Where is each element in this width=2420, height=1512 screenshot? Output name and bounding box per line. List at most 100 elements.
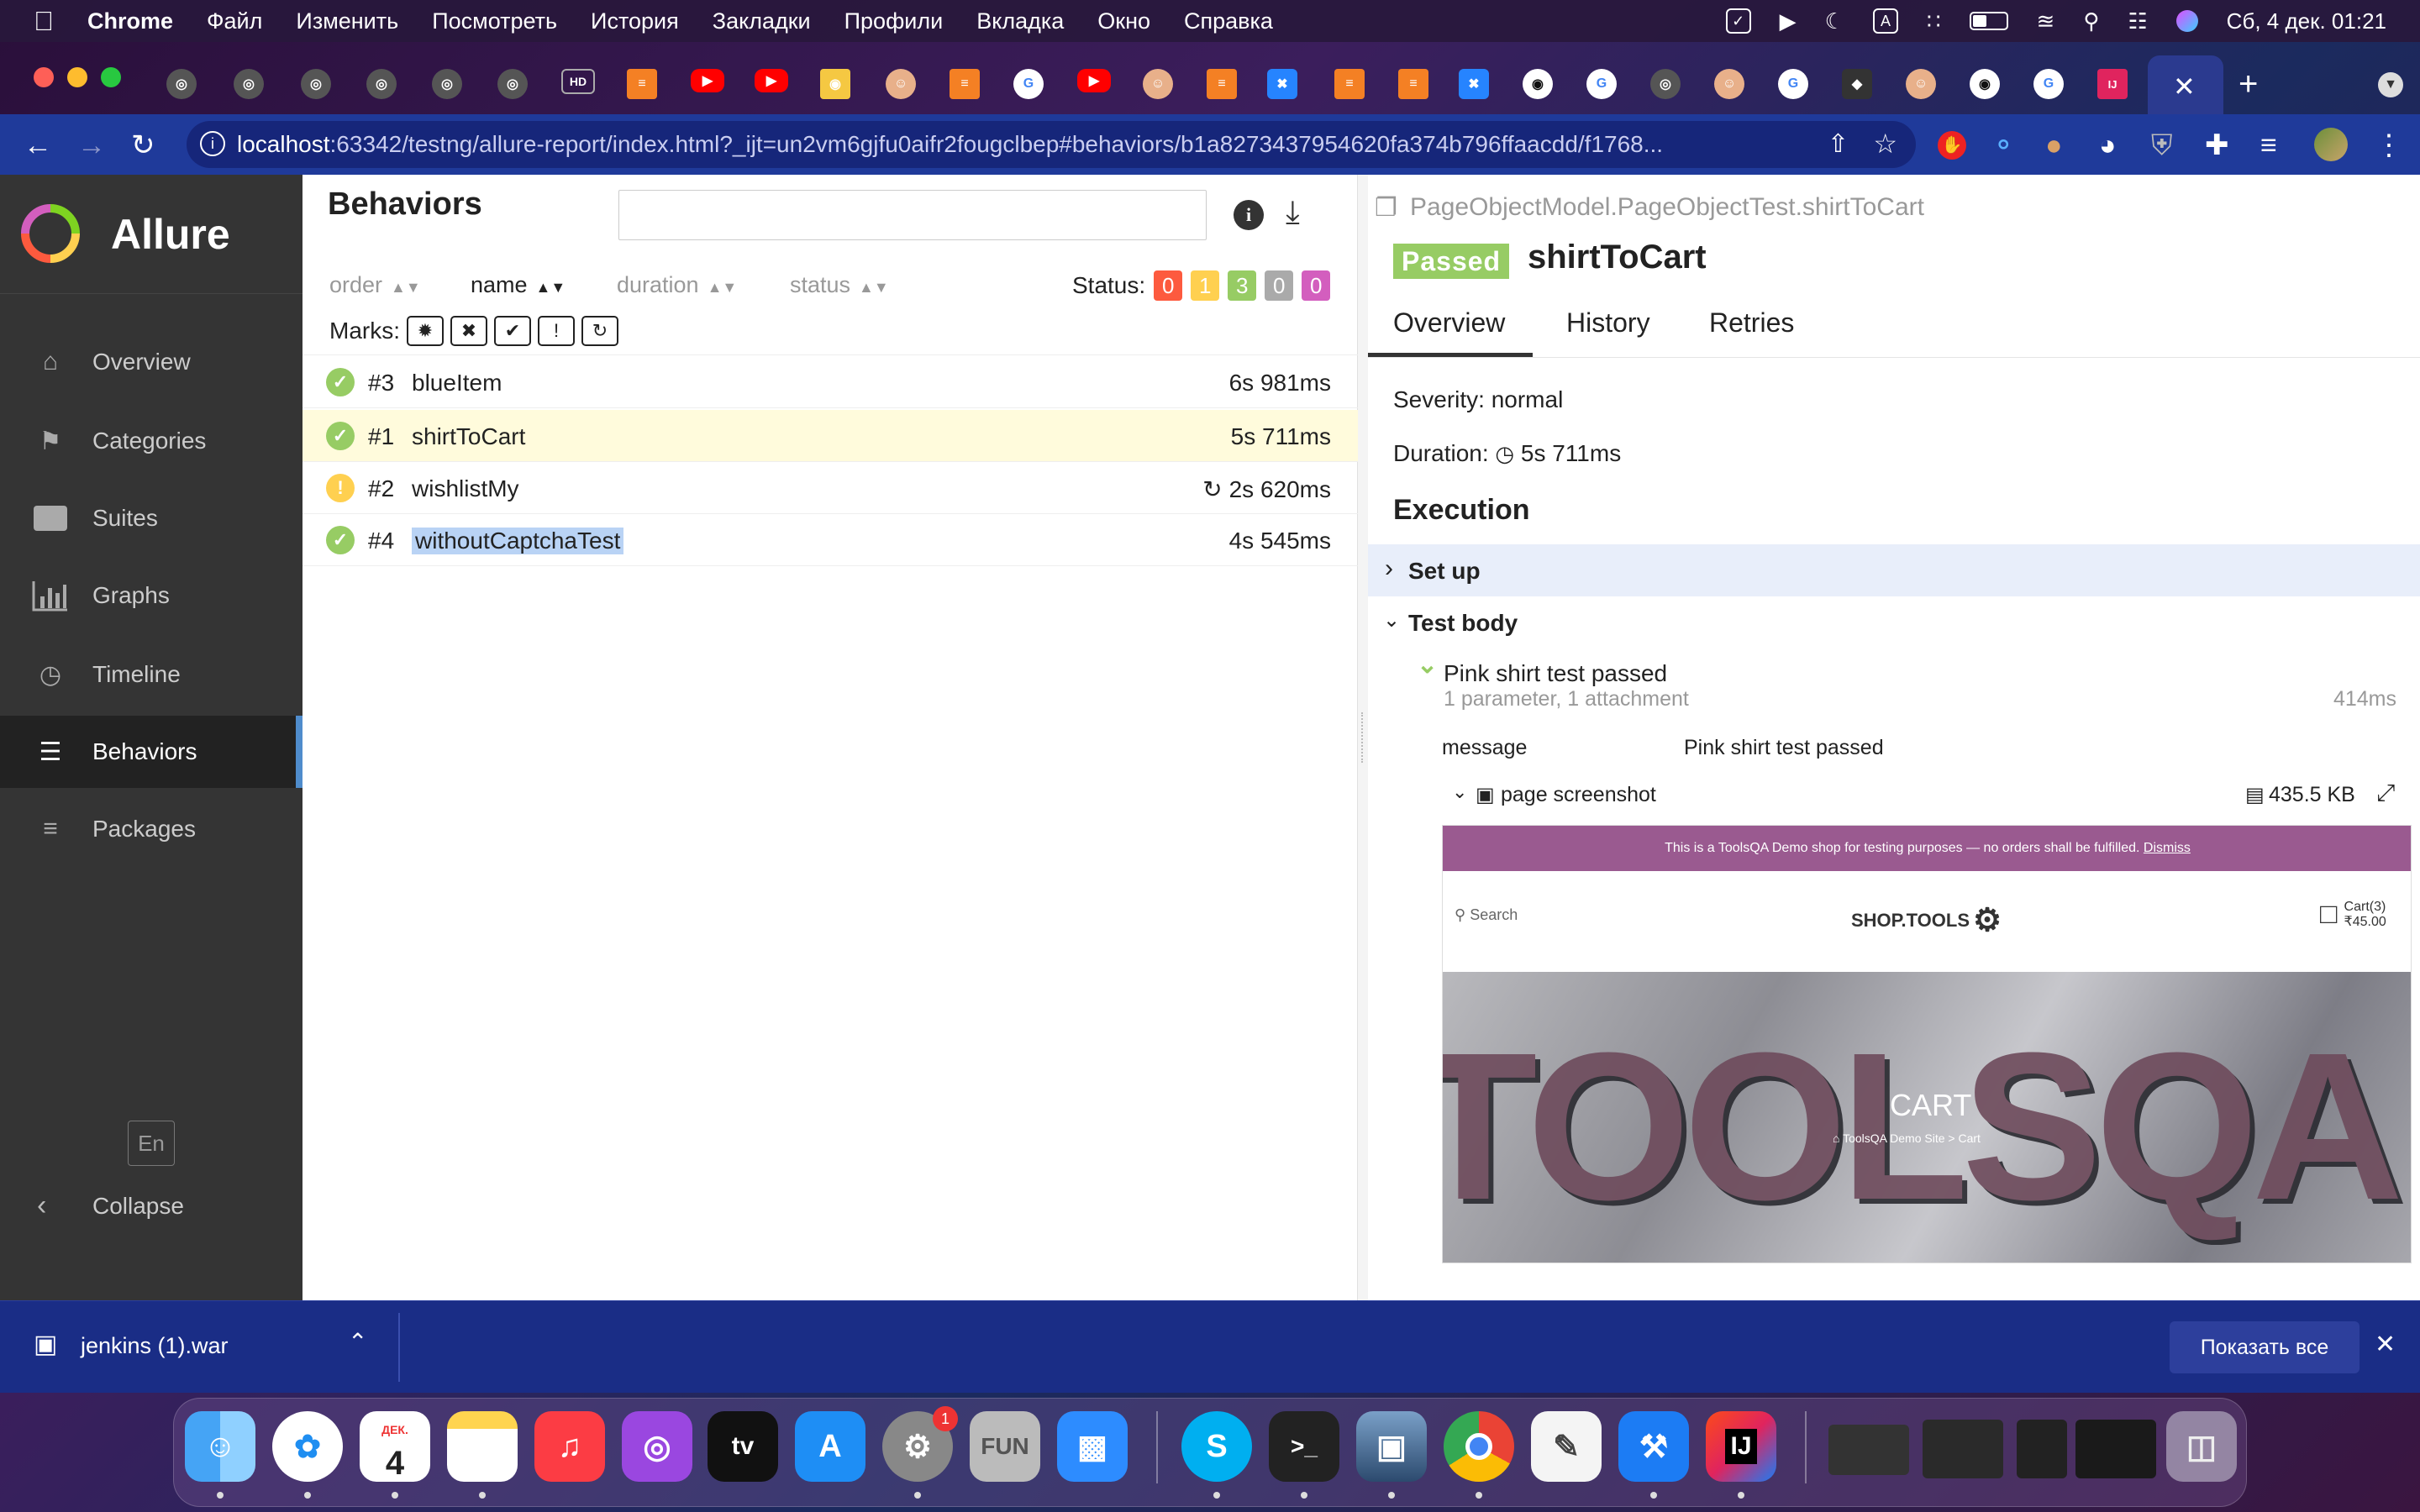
site-info-icon[interactable]: i <box>200 131 225 156</box>
flaky-bomb-icon[interactable]: ✹ <box>407 316 444 346</box>
tab-favicon-globe-icon[interactable]: ◎ <box>432 69 462 99</box>
sidebar-item-graphs[interactable]: Graphs <box>0 559 302 632</box>
tab-favicon-stackoverflow-icon[interactable]: ≡ <box>1207 69 1237 99</box>
attachment-row[interactable]: ⌄ ▣ page screenshot ▤ 435.5 KB ⤢ <box>1442 771 2408 818</box>
menu-view[interactable]: Посмотреть <box>432 8 557 34</box>
sidebar-item-timeline[interactable]: ◷ Timeline <box>0 638 302 711</box>
dock-intellij-icon[interactable]: IJ <box>1706 1411 1776 1482</box>
zoom-window-icon[interactable] <box>101 67 121 87</box>
new-broken-icon[interactable]: ! <box>538 316 575 346</box>
menu-tab[interactable]: Вкладка <box>976 8 1064 34</box>
menu-file[interactable]: Файл <box>207 8 262 34</box>
menu-app-name[interactable]: Chrome <box>87 8 173 34</box>
tab-close-icon[interactable]: ✕ <box>2173 71 2196 102</box>
status-skipped-badge[interactable]: 0 <box>1265 270 1294 301</box>
share-icon[interactable]: ⇧ <box>1828 129 1849 159</box>
tab-favicon-dark-icon[interactable]: ◆ <box>1842 69 1872 99</box>
close-downloads-icon[interactable]: ✕ <box>2375 1330 2396 1359</box>
table-row[interactable]: ! #2 wishlistMy ↻ 2s 620ms <box>302 462 1358 514</box>
dock-minimized-window[interactable] <box>2017 1420 2067 1478</box>
step-row[interactable]: ⌄ Pink shirt test passed 1 parameter, 1 … <box>1417 651 2408 716</box>
dock-trash-icon[interactable]: ◫ <box>2166 1411 2237 1482</box>
dismiss-link[interactable]: Dismiss <box>2144 841 2191 855</box>
dock-minimized-window[interactable] <box>2075 1420 2156 1478</box>
dock-safari-icon[interactable]: ✿ <box>272 1411 343 1482</box>
sort-order[interactable]: order ▲▼ <box>329 272 421 298</box>
bookmark-star-icon[interactable]: ☆ <box>1873 128 1897 160</box>
setup-section[interactable]: › Set up <box>1368 544 2420 596</box>
sidebar-item-behaviors[interactable]: ☰ Behaviors <box>0 716 302 788</box>
retries-icon[interactable]: ↻ <box>581 316 618 346</box>
checkbox-status-icon[interactable]: ✓ <box>1725 8 1751 34</box>
new-passed-icon[interactable]: ✔ <box>494 316 531 346</box>
dock-textedit-icon[interactable]: ✎ <box>1531 1411 1602 1482</box>
dock-terminal-icon[interactable]: >_ <box>1269 1411 1339 1482</box>
tab-favicon-globe-icon[interactable]: ◎ <box>366 69 397 99</box>
bluetooth-icon[interactable]: ∷ <box>1927 8 1941 34</box>
control-center-icon[interactable]: ☷ <box>2128 8 2147 34</box>
tab-favicon-jenkins-icon[interactable]: ☺ <box>886 69 916 99</box>
tab-favicon-globe-icon[interactable]: ◎ <box>301 69 331 99</box>
tab-favicon-stackoverflow-icon[interactable]: ≡ <box>627 69 657 99</box>
sidebar-item-packages[interactable]: ≡ Packages <box>0 793 302 865</box>
collapse-button[interactable]: ‹ Collapse <box>0 1171 302 1243</box>
save-disk-icon[interactable]: ▤ <box>2245 783 2265 807</box>
tab-favicon-globe-icon[interactable]: ◎ <box>1650 69 1681 99</box>
tab-favicon-globe-icon[interactable]: ◎ <box>166 69 197 99</box>
reading-list-icon[interactable]: ≡ <box>2260 131 2277 160</box>
dock-finder-icon[interactable]: ☺ <box>185 1411 255 1482</box>
menu-clock[interactable]: Сб, 4 дек. 01:21 <box>2227 8 2386 34</box>
tab-favicon-google-icon[interactable]: G <box>2033 69 2064 99</box>
tab-favicon-google-icon[interactable]: G <box>1586 69 1617 99</box>
profile-avatar[interactable] <box>2314 128 2348 161</box>
moon-icon[interactable]: ☾ <box>1825 8 1844 34</box>
battery-icon[interactable] <box>1969 12 2008 30</box>
browser-menu-icon[interactable]: ⋮ <box>2375 131 2403 160</box>
tab-favicon-globe-icon[interactable]: ◎ <box>234 69 264 99</box>
tab-favicon-github-icon[interactable]: ◉ <box>1970 69 2000 99</box>
tab-favicon-jenkins-icon[interactable]: ☺ <box>1906 69 1936 99</box>
attachment-screenshot[interactable]: This is a ToolsQA Demo shop for testing … <box>1442 825 2412 1263</box>
tab-favicon-github-icon[interactable]: ◉ <box>1523 69 1553 99</box>
minimize-window-icon[interactable] <box>67 67 87 87</box>
tab-favicon-google-icon[interactable]: G <box>1013 69 1044 99</box>
tab-favicon-yellow-icon[interactable]: ◉ <box>820 69 850 99</box>
dock-preview-icon[interactable]: ▣ <box>1356 1411 1427 1482</box>
tab-favicon-youtube-icon[interactable]: ▶ <box>691 69 724 92</box>
download-icon[interactable]: ⤓ <box>1286 195 1300 231</box>
dock-music-icon[interactable]: ♫ <box>534 1411 605 1482</box>
tab-favicon-youtube-icon[interactable]: ▶ <box>755 69 788 92</box>
pane-splitter[interactable] <box>1358 175 1368 1300</box>
tab-favicon-confluence-icon[interactable]: ✖ <box>1267 69 1297 99</box>
sidebar-item-categories[interactable]: ⚑ Categories <box>0 405 302 477</box>
shop-search[interactable]: ⚲ Search <box>1455 906 1518 924</box>
tab-favicon-jenkins-icon[interactable]: ☺ <box>1714 69 1744 99</box>
status-unknown-badge[interactable]: 0 <box>1302 270 1331 301</box>
menu-edit[interactable]: Изменить <box>296 8 398 34</box>
extension-gauge-icon[interactable]: ◕ <box>2099 131 2117 160</box>
wifi-icon[interactable]: ≊ <box>2037 8 2055 34</box>
tab-favicon-google-icon[interactable]: G <box>1778 69 1808 99</box>
tab-favicon-globe-icon[interactable]: ◎ <box>497 69 528 99</box>
play-status-icon[interactable]: ▶ <box>1780 8 1797 34</box>
info-icon[interactable]: i <box>1234 200 1264 230</box>
siri-icon[interactable] <box>2175 10 2198 32</box>
status-broken-badge[interactable]: 1 <box>1191 270 1220 301</box>
apple-menu-icon[interactable]:  <box>34 6 54 37</box>
dock-minimized-window[interactable] <box>1923 1420 2003 1478</box>
language-button[interactable]: En <box>128 1121 175 1166</box>
tab-favicon-confluence-icon[interactable]: ✖ <box>1459 69 1489 99</box>
dock-xcode-icon[interactable]: ⚒ <box>1618 1411 1689 1482</box>
dock-appstore-icon[interactable]: A <box>795 1411 865 1482</box>
tab-favicon-stackoverflow-icon[interactable]: ≡ <box>1398 69 1428 99</box>
sidebar-item-suites[interactable]: Suites <box>0 482 302 554</box>
chevron-up-icon[interactable]: ⌃ <box>348 1328 367 1356</box>
close-window-icon[interactable] <box>34 67 54 87</box>
tab-overview[interactable]: Overview <box>1393 307 1505 339</box>
sidebar-item-overview[interactable]: ⌂ Overview <box>0 326 302 398</box>
tab-search-chevron-icon[interactable]: ▼ <box>2378 72 2403 97</box>
extensions-puzzle-icon[interactable]: ✚ <box>2205 131 2229 160</box>
tab-favicon-stackoverflow-icon[interactable]: ≡ <box>950 69 980 99</box>
forward-arrow-icon[interactable]: → <box>77 131 106 160</box>
menu-history[interactable]: История <box>591 8 679 34</box>
